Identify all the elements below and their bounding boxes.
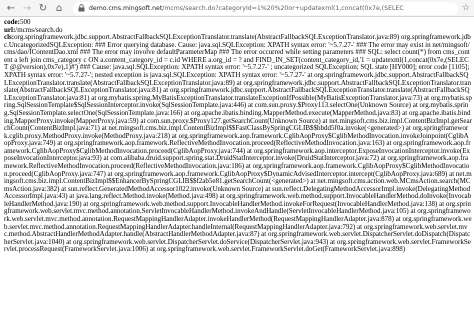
address-bar[interactable]: demo.cms.mingsoft.net/mcms/search.do?cat… — [73, 1, 458, 15]
back-arrow-icon[interactable]: ← — [3, 0, 19, 16]
browser-toolbar: ← → ↻ ⌂ demo.cms.mingsoft.net/mcms/searc… — [0, 0, 474, 17]
url-text[interactable]: demo.cms.mingsoft.net/mcms/search.do?cat… — [89, 5, 404, 12]
reload-icon[interactable]: ↻ — [35, 0, 51, 16]
url-path: /mcms/search.do?categoryId=1%20%20or+upd… — [162, 4, 404, 12]
forward-arrow-icon[interactable]: → — [19, 0, 35, 16]
home-icon[interactable]: ⌂ — [51, 0, 67, 16]
lock-icon — [77, 4, 86, 13]
star-icon[interactable]: ☆ — [462, 3, 470, 13]
stack-trace: cls:org.springframework.jdbc.support.Abs… — [4, 33, 472, 254]
url-host: demo.cms.mingsoft.net — [89, 4, 163, 12]
stack-trace-text: org.springframework.jdbc.support.Abstrac… — [4, 33, 472, 254]
code-line: code:500 — [4, 18, 472, 27]
error-page: code:500 url:/mcms/search.do cls:org.spr… — [4, 18, 472, 254]
